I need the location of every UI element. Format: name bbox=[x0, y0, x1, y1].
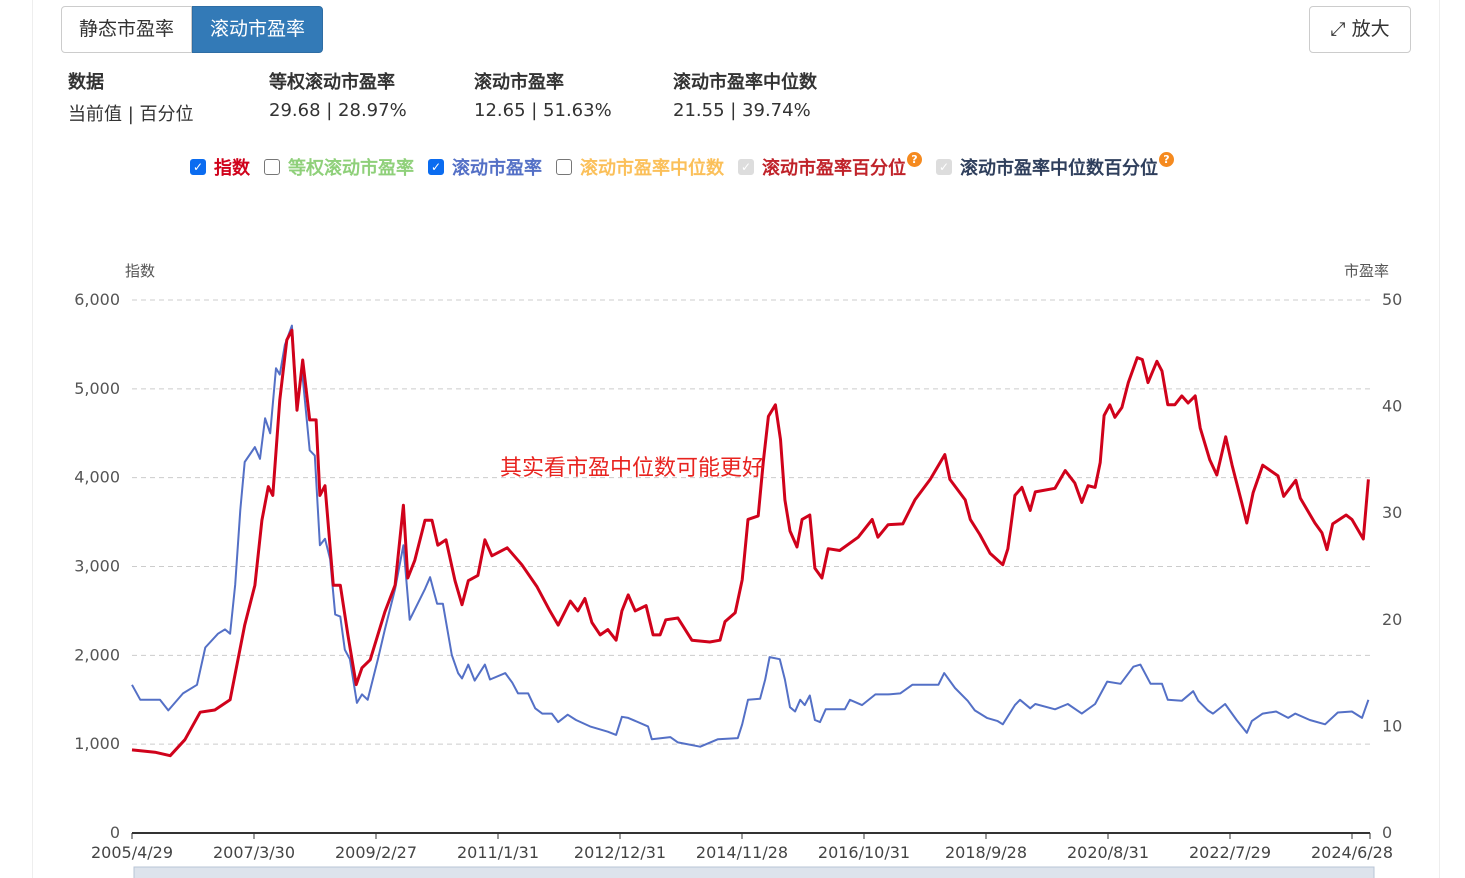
y-right-label: 市盈率 bbox=[1344, 262, 1389, 280]
series-line-index bbox=[131, 328, 1370, 758]
x-tick-label: 2005/4/29 bbox=[91, 843, 173, 862]
y-left-label: 指数 bbox=[125, 262, 155, 280]
y-right-tick: 50 bbox=[1382, 290, 1402, 309]
y-right-tick: 40 bbox=[1382, 397, 1402, 416]
x-tick-label: 2024/6/28 bbox=[1311, 843, 1393, 862]
y-left-tick: 3,000 bbox=[74, 557, 120, 576]
x-tick-label: 2012/12/31 bbox=[574, 843, 666, 862]
x-tick-label: 2009/2/27 bbox=[335, 843, 417, 862]
x-tick-label: 2018/9/28 bbox=[945, 843, 1027, 862]
y-left-tick: 5,000 bbox=[74, 379, 120, 398]
chart-annotation: 其实看市盈中位数可能更好 bbox=[500, 456, 765, 481]
y-left-tick: 4,000 bbox=[74, 468, 120, 487]
y-left-tick: 1,000 bbox=[74, 734, 120, 753]
range-navigator bbox=[133, 866, 1375, 878]
y-right-tick: 0 bbox=[1382, 823, 1392, 842]
y-right-tick: 10 bbox=[1382, 716, 1402, 735]
y-right-tick: 30 bbox=[1382, 503, 1402, 522]
x-tick-label: 2016/10/31 bbox=[818, 843, 910, 862]
x-tick-label: 2011/1/31 bbox=[457, 843, 539, 862]
y-left-tick: 6,000 bbox=[74, 290, 120, 309]
series-line-rolling-pe bbox=[131, 324, 1370, 748]
x-tick-label: 2020/8/31 bbox=[1067, 843, 1149, 862]
y-left-tick: 2,000 bbox=[74, 645, 120, 664]
line-chart: 0 1,000 2,000 3,000 4,000 5,000 6,000 0 10 20 30 40… bbox=[74, 262, 1402, 878]
x-tick-label: 2007/3/30 bbox=[213, 843, 295, 862]
x-tick-label: 2022/7/29 bbox=[1189, 843, 1271, 862]
y-right-tick: 20 bbox=[1382, 610, 1402, 629]
y-left-tick: 0 bbox=[110, 823, 120, 842]
x-tick-label: 2014/11/28 bbox=[696, 843, 788, 862]
